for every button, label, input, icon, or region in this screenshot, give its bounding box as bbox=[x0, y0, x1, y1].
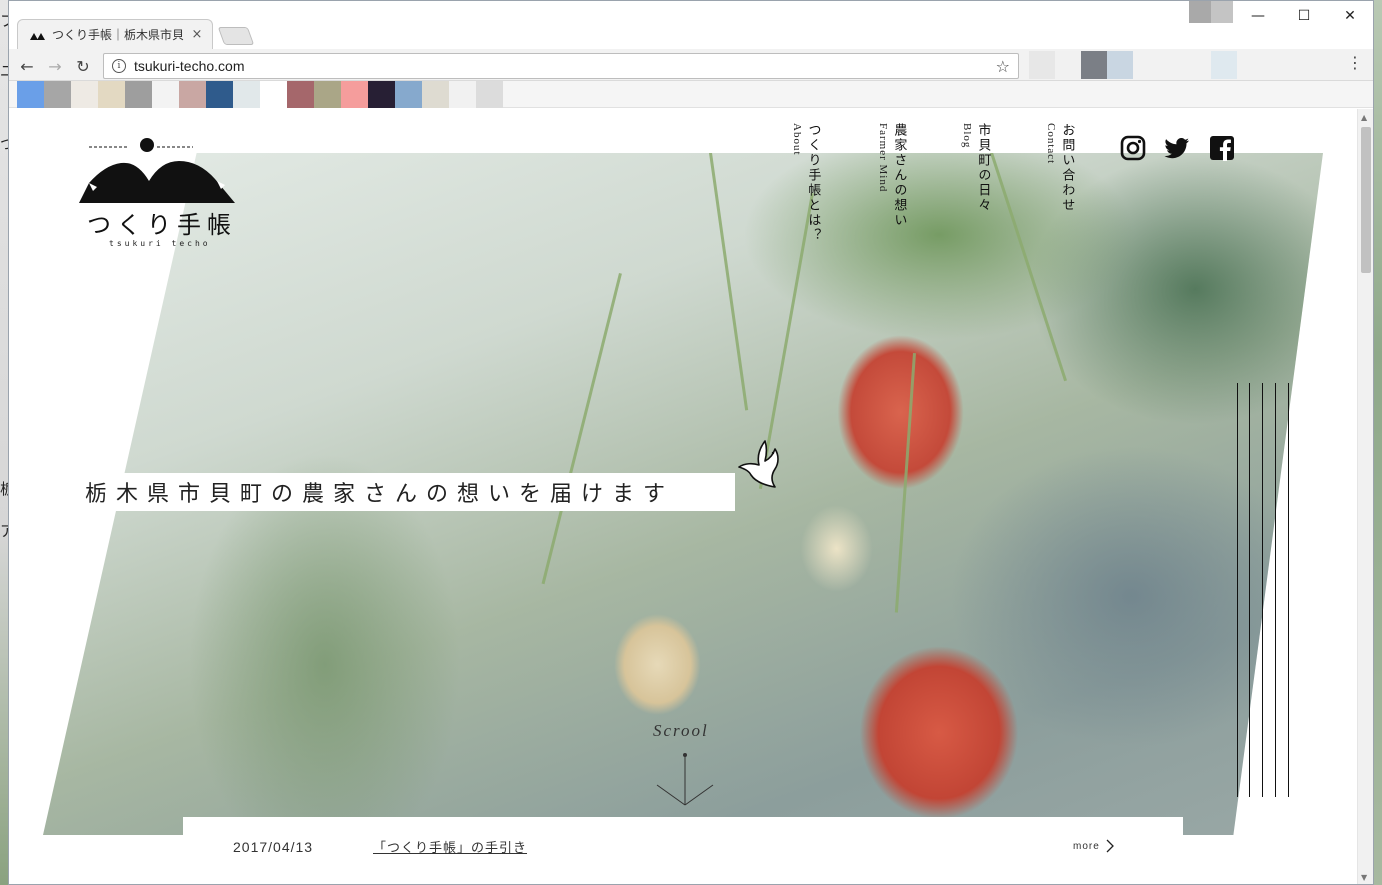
extension-icon[interactable] bbox=[1107, 51, 1133, 79]
close-button[interactable]: ✕ bbox=[1327, 1, 1373, 31]
nav-contact-en: Contact bbox=[1045, 123, 1058, 165]
nav-contact-jp: お問い合わせ bbox=[1059, 123, 1075, 213]
new-tab-button[interactable] bbox=[217, 27, 255, 45]
scroll-down-arrow-icon[interactable] bbox=[655, 749, 715, 809]
forward-button[interactable]: → bbox=[43, 54, 67, 78]
news-title-link[interactable]: 「つくり手帳」の手引き bbox=[373, 837, 527, 856]
site-info-icon[interactable]: i bbox=[112, 59, 126, 73]
bookmark-star-icon[interactable]: ☆ bbox=[996, 57, 1010, 76]
site-logo[interactable]: つくり手帳 tsukuri techo bbox=[75, 135, 235, 253]
extension-icon[interactable] bbox=[1185, 51, 1211, 79]
nav-farmer-mind-en: Farmer Mind bbox=[877, 123, 890, 193]
bookmark-item[interactable] bbox=[71, 81, 98, 108]
news-bar: 2017/04/13 「つくり手帳」の手引き more bbox=[183, 817, 1183, 884]
page-viewport: つくり手帳 tsukuri techo つくり手帳とは？ About 農家さんの… bbox=[9, 109, 1359, 884]
extension-icon[interactable] bbox=[1029, 51, 1055, 79]
bookmark-item[interactable] bbox=[314, 81, 341, 108]
nav-blog-jp: 市貝町の日々 bbox=[975, 123, 991, 213]
extension-icon[interactable] bbox=[1237, 51, 1263, 79]
url-text[interactable]: tsukuri-techo.com bbox=[134, 58, 988, 74]
hero-headline: 栃木県市貝町の農家さんの想いを届けます bbox=[75, 473, 735, 511]
instagram-icon[interactable] bbox=[1120, 135, 1146, 161]
site-favicon-icon bbox=[30, 32, 45, 40]
nav-about[interactable]: つくり手帳とは？ About bbox=[791, 123, 821, 243]
mountain-logo-icon bbox=[79, 138, 235, 203]
title-bar: つくり手帳｜栃木県市貝 × — ☐ ✕ bbox=[9, 1, 1373, 49]
vertical-line bbox=[1288, 383, 1289, 797]
chevron-right-icon bbox=[1106, 839, 1114, 853]
extension-icon[interactable] bbox=[1055, 51, 1081, 79]
profile-block bbox=[1211, 1, 1233, 23]
scroll-up-icon[interactable]: ▲ bbox=[1361, 113, 1367, 122]
tab-close-icon[interactable]: × bbox=[190, 27, 204, 42]
window-controls: — ☐ ✕ bbox=[1235, 1, 1373, 31]
maximize-button[interactable]: ☐ bbox=[1281, 1, 1327, 31]
nav-about-en: About bbox=[791, 123, 804, 156]
bookmark-item[interactable] bbox=[476, 81, 503, 108]
scroll-thumb[interactable] bbox=[1361, 127, 1371, 273]
hero-stem bbox=[895, 353, 917, 613]
vertical-line bbox=[1237, 383, 1238, 797]
back-button[interactable]: ← bbox=[15, 54, 39, 78]
hero-stem bbox=[708, 153, 748, 411]
extension-icon[interactable] bbox=[1211, 51, 1237, 79]
reload-button[interactable]: ↻ bbox=[71, 54, 95, 78]
bookmark-item[interactable] bbox=[17, 81, 44, 108]
page-scrollbar[interactable]: ▲ ▼ bbox=[1357, 109, 1373, 884]
nav-blog[interactable]: 市貝町の日々 Blog bbox=[961, 123, 991, 213]
decorative-lines bbox=[1237, 383, 1297, 797]
nav-about-jp: つくり手帳とは？ bbox=[805, 123, 821, 243]
browser-window: つくり手帳｜栃木県市貝 × — ☐ ✕ ← → ↻ i tsukuri-tech… bbox=[8, 0, 1374, 885]
nav-farmer-mind-jp: 農家さんの想い bbox=[891, 123, 907, 228]
vertical-line bbox=[1262, 383, 1263, 797]
address-bar[interactable]: i tsukuri-techo.com ☆ bbox=[103, 53, 1019, 79]
headline-text: 栃木県市貝町の農家さんの想いを届けます bbox=[85, 482, 675, 507]
logo-title: つくり手帳 bbox=[87, 211, 237, 239]
news-date: 2017/04/13 bbox=[233, 839, 314, 855]
bookmark-item[interactable] bbox=[287, 81, 314, 108]
logo-subtitle: tsukuri techo bbox=[109, 239, 211, 248]
news-more-label: more bbox=[1073, 840, 1100, 852]
bookmark-item[interactable] bbox=[44, 81, 71, 108]
scroll-down-icon[interactable]: ▼ bbox=[1361, 873, 1367, 882]
profile-block bbox=[1189, 1, 1211, 23]
minimize-button[interactable]: — bbox=[1235, 1, 1281, 31]
browser-toolbar: ← → ↻ i tsukuri-techo.com ☆ ⋮ bbox=[9, 49, 1373, 81]
bookmark-item[interactable] bbox=[125, 81, 152, 108]
bookmark-item[interactable] bbox=[179, 81, 206, 108]
tab-title: つくり手帳｜栃木県市貝 bbox=[52, 28, 184, 42]
news-more-link[interactable]: more bbox=[1073, 839, 1114, 853]
extension-icon[interactable] bbox=[1081, 51, 1107, 79]
vertical-line bbox=[1249, 383, 1250, 797]
bookmark-item[interactable] bbox=[368, 81, 395, 108]
facebook-icon[interactable] bbox=[1209, 135, 1235, 161]
browser-tab[interactable]: つくり手帳｜栃木県市貝 × bbox=[17, 19, 213, 49]
bookmark-item[interactable] bbox=[233, 81, 260, 108]
bookmark-item[interactable] bbox=[341, 81, 368, 108]
bookmark-item[interactable] bbox=[449, 81, 476, 108]
bird-icon bbox=[738, 440, 779, 488]
bookmark-item[interactable] bbox=[395, 81, 422, 108]
extension-icon[interactable] bbox=[1133, 51, 1159, 79]
extension-area bbox=[1029, 51, 1263, 79]
bookmark-item[interactable] bbox=[422, 81, 449, 108]
scroll-label: Scrool bbox=[653, 721, 709, 740]
bookmark-item[interactable] bbox=[152, 81, 179, 108]
nav-farmer-mind[interactable]: 農家さんの想い Farmer Mind bbox=[877, 123, 907, 228]
bookmarks-bar bbox=[9, 81, 1373, 108]
nav-contact[interactable]: お問い合わせ Contact bbox=[1045, 123, 1075, 213]
bookmark-item[interactable] bbox=[98, 81, 125, 108]
twitter-icon[interactable] bbox=[1164, 135, 1190, 161]
bookmark-item[interactable] bbox=[260, 81, 287, 108]
bookmark-item[interactable] bbox=[206, 81, 233, 108]
browser-menu-icon[interactable]: ⋮ bbox=[1347, 55, 1363, 71]
profile-blocks bbox=[1189, 1, 1233, 23]
bookmark-swatches bbox=[17, 81, 503, 108]
vertical-line bbox=[1275, 383, 1276, 797]
extension-icon[interactable] bbox=[1159, 51, 1185, 79]
nav-blog-en: Blog bbox=[961, 123, 974, 149]
hero-stem bbox=[541, 273, 622, 585]
